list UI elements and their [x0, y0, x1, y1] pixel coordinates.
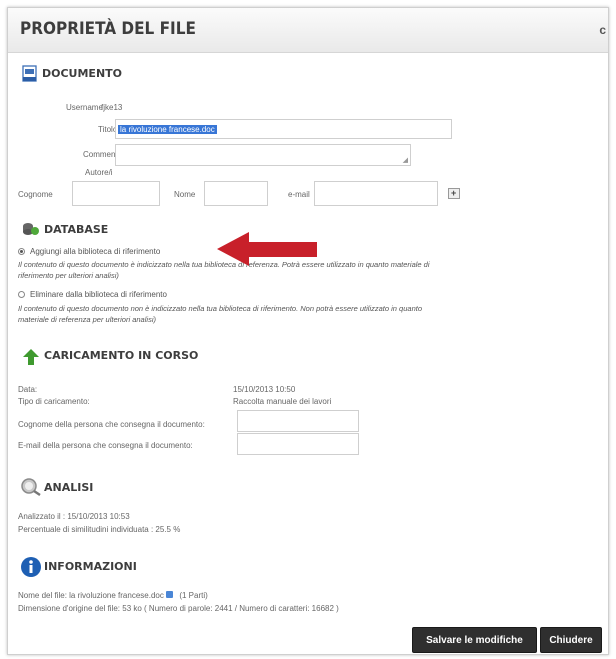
username-label: Username: [66, 103, 103, 112]
titolo-input[interactable]: la rivoluzione francese.doc: [115, 119, 452, 139]
commenti-textarea[interactable]: ◢: [115, 144, 411, 166]
radio-aggiungi[interactable]: [18, 248, 25, 255]
nome-file-prefix: Nome del file: la rivoluzione francese.d…: [18, 591, 164, 600]
section-title-analisi: ANALISI: [44, 481, 94, 494]
save-changes-button[interactable]: Salvare le modifiche: [412, 627, 537, 653]
radio-eliminare[interactable]: [18, 291, 25, 298]
cognome-label: Cognome: [18, 190, 53, 199]
nome-file-text: Nome del file: la rivoluzione francese.d…: [18, 591, 208, 600]
username-value: fjke13: [101, 103, 123, 112]
file-link-icon[interactable]: [166, 591, 174, 598]
email-consegna-label: E-mail della persona che consegna il doc…: [18, 441, 193, 450]
commenti-label: Commenti: [83, 150, 120, 159]
email-input[interactable]: [314, 181, 438, 206]
close-button[interactable]: Chiudere: [540, 627, 602, 653]
section-title-informazioni: INFORMAZIONI: [44, 560, 137, 573]
titolo-selected-text: la rivoluzione francese.doc: [118, 125, 217, 134]
option-aggiungi-desc-2: riferimento per ulteriori analisi): [18, 271, 119, 280]
option-eliminare-desc-2: materiale di referenza per ulteriori ana…: [18, 315, 156, 324]
cognome-input[interactable]: [72, 181, 160, 206]
section-title-database: DATABASE: [44, 223, 109, 236]
autore-label: Autore/i: [85, 168, 113, 177]
email-consegna-input[interactable]: [237, 433, 359, 455]
red-arrow-icon: [215, 230, 319, 268]
resize-handle-icon[interactable]: ◢: [403, 156, 408, 164]
section-title-documento: DOCUMENTO: [42, 67, 123, 80]
percentuale-text: Percentuale di similitudini individuata …: [18, 525, 181, 534]
add-author-button[interactable]: +: [448, 188, 460, 199]
cognome-consegna-label: Cognome della persona che consegna il do…: [18, 420, 205, 429]
upload-arrow-icon: [22, 348, 40, 366]
cognome-consegna-input[interactable]: [237, 410, 359, 432]
file-properties-dialog: PROPRIETÀ DEL FILE c DOCUMENTO Username …: [7, 7, 609, 655]
data-value: 15/10/2013 10:50: [233, 385, 296, 394]
document-icon: [22, 65, 37, 82]
data-label: Data:: [18, 385, 38, 394]
database-icon: [22, 222, 40, 236]
close-icon[interactable]: c: [599, 23, 606, 37]
dialog-title: PROPRIETÀ DEL FILE: [20, 19, 196, 39]
dialog-header: PROPRIETÀ DEL FILE c: [8, 8, 608, 53]
tipo-value: Raccolta manuale dei lavori: [233, 397, 332, 406]
email-label: e-mail: [288, 190, 310, 199]
option-aggiungi-label: Aggiungi alla biblioteca di riferimento: [30, 247, 161, 256]
tipo-label: Tipo di caricamento:: [18, 397, 90, 406]
analisi-magnifier-icon: [20, 477, 42, 497]
analizzato-text: Analizzato il : 15/10/2013 10:53: [18, 512, 130, 521]
option-eliminare-label: Eliminare dalla biblioteca di riferiment…: [30, 290, 167, 299]
plus-icon: +: [451, 188, 457, 198]
nome-input[interactable]: [204, 181, 268, 206]
parti-text: (1 Parti): [179, 591, 208, 600]
info-icon: [20, 556, 42, 578]
dimensione-text: Dimensione d'origine del file: 53 ko ( N…: [18, 604, 339, 613]
section-title-caricamento: CARICAMENTO IN CORSO: [44, 349, 199, 362]
nome-label: Nome: [174, 190, 196, 199]
option-eliminare-desc-1: Il contenuto di questo documento non è i…: [18, 304, 422, 313]
